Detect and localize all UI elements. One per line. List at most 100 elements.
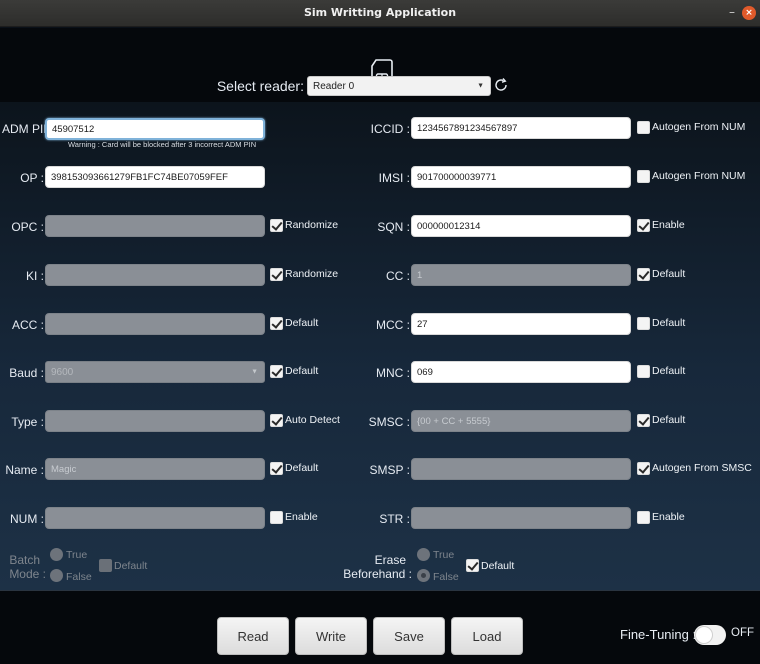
batch-mode-true-label: True xyxy=(66,549,88,561)
iccid-autogen-checkbox[interactable] xyxy=(637,121,650,134)
chevron-down-icon: ▼ xyxy=(477,82,484,90)
mnc-default-checkbox[interactable] xyxy=(637,365,650,378)
ki-label: KI : xyxy=(25,269,44,283)
str-input[interactable] xyxy=(411,507,631,529)
adm-pin-label: ADM PIN : xyxy=(2,122,59,136)
acc-input[interactable] xyxy=(45,313,265,335)
smsp-autogen-label: Autogen From SMSC xyxy=(652,462,752,474)
close-button[interactable]: × xyxy=(742,6,756,20)
minimize-button[interactable]: – xyxy=(727,4,737,20)
acc-label: ACC : xyxy=(11,318,44,332)
acc-default-checkbox[interactable] xyxy=(270,317,283,330)
erase-beforehand-label-line1: Erase xyxy=(374,553,406,567)
smsc-default-checkbox[interactable] xyxy=(637,414,650,427)
fine-tuning-label: Fine-Tuning : xyxy=(620,627,697,642)
load-button[interactable]: Load xyxy=(451,617,523,655)
type-auto-detect-label: Auto Detect xyxy=(285,414,340,426)
name-default-label: Default xyxy=(285,462,319,474)
erase-default-checkbox[interactable] xyxy=(466,559,479,572)
mcc-input[interactable]: 27 xyxy=(411,313,631,335)
mcc-label: MCC : xyxy=(376,318,410,332)
acc-default-label: Default xyxy=(285,317,319,329)
erase-beforehand-label-line2: Beforehand : xyxy=(343,567,412,581)
ki-input[interactable] xyxy=(45,264,265,286)
imsi-input[interactable]: 901700000039771 xyxy=(411,166,631,188)
batch-mode-false-label: False xyxy=(66,571,92,583)
mnc-input[interactable]: 069 xyxy=(411,361,631,383)
sqn-enable-label: Enable xyxy=(652,219,685,231)
erase-true-label: True xyxy=(433,549,455,561)
baud-default-label: Default xyxy=(285,365,319,377)
baud-label: Baud : xyxy=(9,366,44,380)
batch-mode-false-radio[interactable] xyxy=(50,569,63,582)
ki-randomize-label: Randomize xyxy=(285,268,339,280)
num-enable-label: Enable xyxy=(285,511,318,523)
cc-default-label: Default xyxy=(652,268,686,280)
title-bar: Sim Writting Application – × xyxy=(0,0,760,27)
mnc-label: MNC : xyxy=(376,366,410,380)
cc-label: CC : xyxy=(386,269,410,283)
baud-default-checkbox[interactable] xyxy=(270,365,283,378)
name-input[interactable]: Magic xyxy=(45,458,265,480)
save-button[interactable]: Save xyxy=(373,617,445,655)
toggle-knob xyxy=(695,626,713,644)
sqn-enable-checkbox[interactable] xyxy=(637,219,650,232)
cc-input[interactable]: 1 xyxy=(411,264,631,286)
batch-mode-true-radio[interactable] xyxy=(50,548,63,561)
opc-randomize-checkbox[interactable] xyxy=(270,219,283,232)
erase-default-label: Default xyxy=(481,560,515,572)
reader-dropdown[interactable]: Reader 0 ▼ xyxy=(307,76,491,96)
erase-true-radio[interactable] xyxy=(417,548,430,561)
read-button[interactable]: Read xyxy=(217,617,289,655)
op-input[interactable]: 398153093661279FB1FC74BE07059FEF xyxy=(45,166,265,188)
sqn-input[interactable]: 000000012314 xyxy=(411,215,631,237)
mcc-default-checkbox[interactable] xyxy=(637,317,650,330)
chevron-down-icon: ▼ xyxy=(251,368,258,376)
erase-false-radio[interactable] xyxy=(417,569,430,582)
select-reader-label: Select reader: xyxy=(216,78,304,94)
sqn-label: SQN : xyxy=(377,220,410,234)
opc-label: OPC : xyxy=(11,220,44,234)
fine-tuning-state: OFF xyxy=(731,627,754,639)
num-enable-checkbox[interactable] xyxy=(270,511,283,524)
mcc-default-label: Default xyxy=(652,317,686,329)
smsc-default-label: Default xyxy=(652,414,686,426)
batch-mode-default-label: Default xyxy=(114,560,148,572)
adm-pin-input[interactable]: 45907512 xyxy=(45,118,265,140)
baud-dropdown-value: 9600 xyxy=(51,366,74,378)
opc-input[interactable] xyxy=(45,215,265,237)
adm-pin-warning: Warning : Card will be blocked after 3 i… xyxy=(68,140,257,149)
baud-dropdown[interactable]: 9600 ▼ xyxy=(45,361,265,383)
type-auto-detect-checkbox[interactable] xyxy=(270,414,283,427)
type-input[interactable] xyxy=(45,410,265,432)
smsc-label: SMSC : xyxy=(368,415,410,429)
name-default-checkbox[interactable] xyxy=(270,462,283,475)
fine-tuning-toggle[interactable] xyxy=(694,625,726,645)
str-enable-label: Enable xyxy=(652,511,685,523)
ki-randomize-checkbox[interactable] xyxy=(270,268,283,281)
num-input[interactable] xyxy=(45,507,265,529)
write-button[interactable]: Write xyxy=(295,617,367,655)
imsi-autogen-label: Autogen From NUM xyxy=(652,170,746,182)
mnc-default-label: Default xyxy=(652,365,686,377)
smsp-autogen-checkbox[interactable] xyxy=(637,462,650,475)
window-title: Sim Writting Application xyxy=(303,6,457,19)
num-label: NUM : xyxy=(10,512,44,526)
reader-dropdown-value: Reader 0 xyxy=(313,80,355,92)
imsi-label: IMSI : xyxy=(378,171,410,185)
iccid-autogen-label: Autogen From NUM xyxy=(652,121,746,133)
imsi-autogen-checkbox[interactable] xyxy=(637,170,650,183)
op-label: OP : xyxy=(20,171,44,185)
str-enable-checkbox[interactable] xyxy=(637,511,650,524)
batch-mode-default-checkbox[interactable] xyxy=(99,559,112,572)
type-label: Type : xyxy=(11,415,44,429)
smsc-input[interactable]: {00 + CC + 5555} xyxy=(411,410,631,432)
batch-mode-label-line2: Mode : xyxy=(9,567,46,581)
iccid-label: ICCID : xyxy=(370,122,410,136)
name-label: Name : xyxy=(5,463,44,477)
refresh-icon[interactable] xyxy=(493,77,509,93)
iccid-input[interactable]: 1234567891234567897 xyxy=(411,117,631,139)
smsp-input[interactable] xyxy=(411,458,631,480)
str-label: STR : xyxy=(379,512,410,526)
cc-default-checkbox[interactable] xyxy=(637,268,650,281)
